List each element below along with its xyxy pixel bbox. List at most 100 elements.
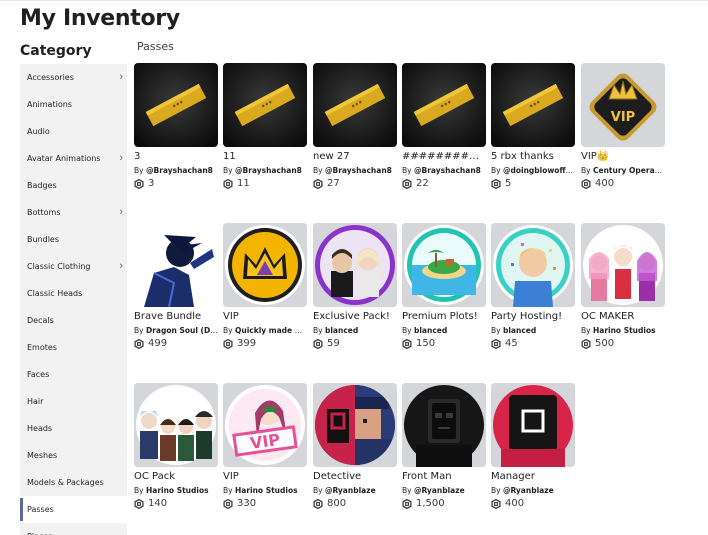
item-card[interactable]: 3 By @Brayshachan8 3 [134, 63, 218, 203]
item-thumbnail[interactable] [402, 223, 486, 307]
sidebar-item-models-packages[interactable]: Models & Packages [20, 469, 127, 496]
item-name[interactable]: 5 rbx thanks [491, 150, 575, 163]
item-name[interactable]: Brave Bundle [134, 310, 218, 323]
creator-link[interactable]: @Brayshachan8 [325, 166, 392, 175]
creator-link[interactable]: Century Operators [593, 166, 665, 175]
item-thumbnail[interactable]: VIP [223, 383, 307, 467]
sidebar-item-bottoms[interactable]: Bottoms › [20, 199, 127, 226]
creator-link[interactable]: Quickly made ga... [235, 326, 307, 335]
item-name[interactable]: new 27 [313, 150, 397, 163]
item-price: 22 [402, 178, 486, 190]
category-sidebar: Accessories › Animations Audio Avatar Animat… [20, 64, 127, 535]
sidebar-item-badges[interactable]: Badges [20, 172, 127, 199]
sidebar-item-avatar-animations[interactable]: Avatar Animations › [20, 145, 127, 172]
item-card[interactable]: Detective By @Ryanblaze 800 [313, 383, 397, 523]
creator-link[interactable]: Harino Studios [146, 486, 209, 495]
item-card[interactable]: 11 By @Brayshachan8 11 [223, 63, 307, 203]
item-card[interactable]: VIP VIP By Harino Studios 330 [223, 383, 307, 523]
sidebar-item-faces[interactable]: Faces [20, 361, 127, 388]
creator-link[interactable]: @Brayshachan8 [146, 166, 213, 175]
sidebar-item-label: Accessories [27, 73, 74, 82]
item-name[interactable]: Exclusive Pack! [313, 310, 397, 323]
chevron-right-icon[interactable]: › [119, 64, 123, 90]
ticket-icon[interactable] [313, 63, 397, 147]
item-thumbnail[interactable] [313, 223, 397, 307]
item-card[interactable]: OC Pack By Harino Studios 140 [134, 383, 218, 523]
item-card[interactable]: new 27 By @Brayshachan8 27 [313, 63, 397, 203]
item-thumbnail[interactable] [134, 223, 218, 307]
crown-circle-icon[interactable] [223, 223, 307, 307]
item-card[interactable]: Exclusive Pack! By blanced 59 [313, 223, 397, 363]
ticket-icon[interactable] [223, 63, 307, 147]
item-name[interactable]: Front Man [402, 470, 486, 483]
creator-link[interactable]: @Ryanblaze [414, 486, 465, 495]
sidebar-item-bundles[interactable]: Bundles [20, 226, 127, 253]
sidebar-item-places[interactable]: Places [20, 523, 127, 535]
ticket-icon[interactable] [491, 63, 575, 147]
sidebar-item-decals[interactable]: Decals [20, 307, 127, 334]
creator-link[interactable]: Harino Studios [235, 486, 298, 495]
creator-link[interactable]: blanced [503, 326, 536, 335]
item-card[interactable]: VIP VIP👑 By Century Operators 400 [581, 63, 665, 203]
sidebar-item-audio[interactable]: Audio [20, 118, 127, 145]
item-thumbnail[interactable] [491, 383, 575, 467]
creator-link[interactable]: @Ryanblaze [503, 486, 554, 495]
ticket-icon[interactable] [134, 63, 218, 147]
chevron-right-icon[interactable]: › [119, 253, 123, 279]
item-card[interactable]: 5 rbx thanks By @doingblowoffat... 5 [491, 63, 575, 203]
category-heading: Category [20, 43, 92, 59]
vip-crown-badge-icon[interactable]: VIP [581, 63, 665, 147]
item-name[interactable]: Manager [491, 470, 575, 483]
sidebar-item-passes[interactable]: Passes [20, 496, 127, 523]
price-value: 400 [505, 498, 525, 509]
creator-link[interactable]: Dragon Soul (DS) [146, 326, 218, 335]
item-name[interactable]: 3 [134, 150, 218, 163]
sidebar-item-meshes[interactable]: Meshes [20, 442, 127, 469]
by-prefix: By [491, 166, 501, 175]
creator-link[interactable]: @Brayshachan8 [235, 166, 302, 175]
item-creator: By Century Operators [581, 166, 665, 176]
creator-link[interactable]: blanced [414, 326, 447, 335]
sidebar-item-label: Animations [27, 100, 72, 109]
sidebar-item-emotes[interactable]: Emotes [20, 334, 127, 361]
item-name[interactable]: OC Pack [134, 470, 218, 483]
sidebar-item-heads[interactable]: Heads [20, 415, 127, 442]
creator-link[interactable]: @doingblowoffat... [503, 166, 575, 175]
item-card[interactable]: Manager By @Ryanblaze 400 [491, 383, 575, 523]
item-name[interactable]: VIP👑 [581, 150, 665, 163]
item-thumbnail[interactable] [402, 383, 486, 467]
creator-link[interactable]: @Brayshachan8 [414, 166, 481, 175]
item-card[interactable]: Front Man By @Ryanblaze 1,500 [402, 383, 486, 523]
item-name[interactable]: 11 [223, 150, 307, 163]
sidebar-item-classic-heads[interactable]: Classic Heads [20, 280, 127, 307]
item-card[interactable]: Premium Plots! By blanced 150 [402, 223, 486, 363]
price-value: 59 [327, 338, 340, 349]
creator-link[interactable]: Harino Studios [593, 326, 656, 335]
sidebar-item-hair[interactable]: Hair [20, 388, 127, 415]
item-thumbnail[interactable] [581, 223, 665, 307]
ticket-icon[interactable] [402, 63, 486, 147]
item-name[interactable]: VIP [223, 310, 307, 323]
sidebar-item-accessories[interactable]: Accessories › [20, 64, 127, 91]
item-card[interactable]: VIP By Quickly made ga... 399 [223, 223, 307, 363]
item-card[interactable]: Party Hosting! By blanced 45 [491, 223, 575, 363]
item-name[interactable]: ##########... [402, 150, 486, 163]
sidebar-item-classic-clothing[interactable]: Classic Clothing › [20, 253, 127, 280]
price-value: 11 [237, 178, 250, 189]
item-name[interactable]: Detective [313, 470, 397, 483]
sidebar-item-animations[interactable]: Animations [20, 91, 127, 118]
chevron-right-icon[interactable]: › [119, 145, 123, 171]
item-thumbnail[interactable] [134, 383, 218, 467]
item-name[interactable]: VIP [223, 470, 307, 483]
item-name[interactable]: OC MAKER [581, 310, 665, 323]
item-thumbnail[interactable] [313, 383, 397, 467]
item-card[interactable]: OC MAKER By Harino Studios 500 [581, 223, 665, 363]
creator-link[interactable]: @Ryanblaze [325, 486, 376, 495]
chevron-right-icon[interactable]: › [119, 199, 123, 225]
item-card[interactable]: ##########... By @Brayshachan8 22 [402, 63, 486, 203]
creator-link[interactable]: blanced [325, 326, 358, 335]
item-card[interactable]: Brave Bundle By Dragon Soul (DS) 499 [134, 223, 218, 363]
item-thumbnail[interactable] [491, 223, 575, 307]
item-name[interactable]: Premium Plots! [402, 310, 486, 323]
item-name[interactable]: Party Hosting! [491, 310, 575, 323]
